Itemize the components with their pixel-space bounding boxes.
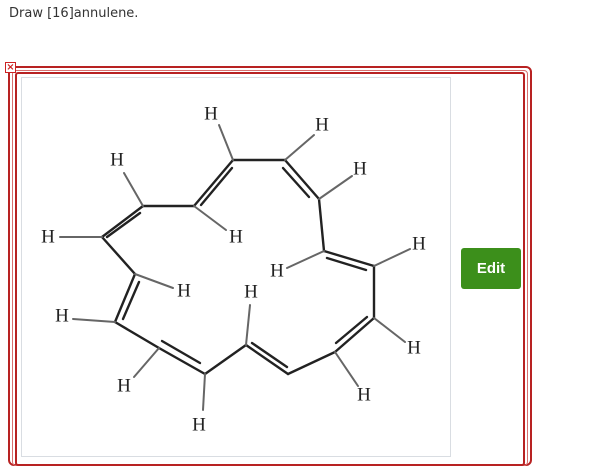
hydrogen-label: H — [204, 103, 218, 124]
annulene-structure: H H H H H H H H H H H H H H H — [41, 103, 426, 435]
edit-button[interactable]: Edit — [461, 248, 521, 289]
hydrogen-label: H — [110, 149, 124, 170]
hydrogen-label: H — [55, 305, 69, 326]
hydrogen-label: H — [357, 384, 371, 405]
hydrogen-label: H — [229, 226, 243, 247]
hydrogen-label: H — [117, 375, 131, 396]
hydrogen-label: H — [192, 414, 206, 435]
hydrogen-label: H — [270, 260, 284, 281]
hydrogen-label: H — [412, 233, 426, 254]
hydrogen-label: H — [244, 281, 258, 302]
hydrogen-label: H — [315, 114, 329, 135]
ring-bonds — [100, 158, 376, 376]
double-bond-inner-lines — [105, 166, 369, 369]
hydrogen-labels: H H H H H H H H H H H H H H H — [41, 103, 426, 435]
hydrogen-label: H — [353, 158, 367, 179]
hydrogen-label: H — [177, 280, 191, 301]
hydrogen-label: H — [41, 226, 55, 247]
hydrogen-label: H — [407, 337, 421, 358]
